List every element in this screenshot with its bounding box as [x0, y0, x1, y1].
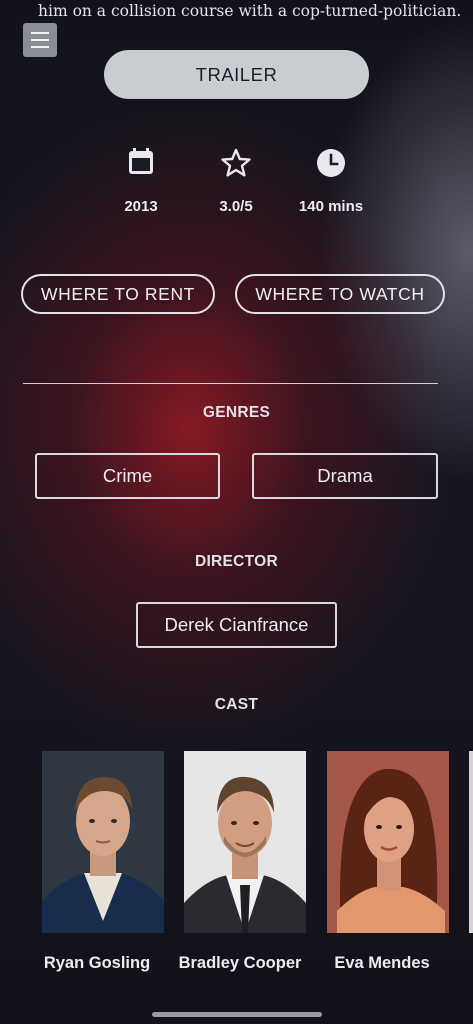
runtime-value: 140 mins — [298, 198, 364, 215]
trailer-button[interactable]: TRAILER — [104, 50, 369, 99]
cast-photo-ryan-gosling[interactable] — [42, 751, 164, 933]
where-to-rent-button[interactable]: WHERE TO RENT — [21, 274, 215, 314]
calendar-icon — [129, 148, 153, 174]
cast-photo-eva-mendes[interactable] — [327, 751, 449, 933]
director-name-button[interactable]: Derek Cianfrance — [136, 602, 337, 648]
genre-chip-drama[interactable]: Drama — [252, 453, 438, 499]
hamburger-menu-icon-bar — [31, 46, 49, 48]
cast-name-bradley-cooper[interactable]: Bradley Cooper — [165, 954, 315, 973]
genres-heading: GENRES — [202, 404, 271, 421]
clock-icon — [317, 149, 345, 177]
runtime-stat: 140 mins — [276, 148, 386, 215]
hamburger-menu-icon-bar — [31, 32, 49, 34]
where-to-watch-button[interactable]: WHERE TO WATCH — [235, 274, 445, 314]
cast-name-ryan-gosling[interactable]: Ryan Gosling — [22, 954, 172, 973]
rating-stat: 3.0/5 — [181, 148, 291, 215]
cast-photo-partial[interactable] — [469, 751, 473, 933]
rating-value: 3.0/5 — [219, 198, 253, 215]
hamburger-menu-button[interactable] — [23, 23, 57, 57]
genre-chip-crime[interactable]: Crime — [35, 453, 220, 499]
cast-name-eva-mendes[interactable]: Eva Mendes — [307, 954, 457, 973]
director-heading: DIRECTOR — [194, 553, 279, 570]
home-indicator[interactable] — [152, 1012, 322, 1017]
section-divider — [23, 383, 438, 384]
cast-photo-bradley-cooper[interactable] — [184, 751, 306, 933]
synopsis-text: him on a collision course with a cop-tur… — [38, 2, 462, 20]
cast-heading: CAST — [214, 696, 259, 713]
year-value: 2013 — [124, 198, 158, 215]
hamburger-menu-icon-bar — [31, 39, 49, 41]
person-portrait-icon — [42, 751, 164, 933]
person-portrait-icon — [327, 751, 449, 933]
year-stat: 2013 — [86, 148, 196, 215]
star-icon — [221, 148, 251, 177]
person-portrait-icon — [184, 751, 306, 933]
